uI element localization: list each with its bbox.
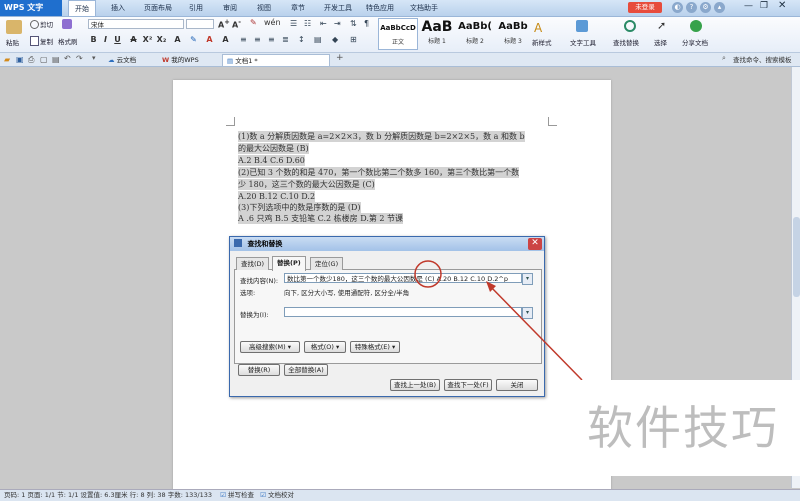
proofread-button[interactable]: 文档校对: [268, 491, 294, 499]
proofread-icon[interactable]: ☑: [260, 491, 266, 499]
annotation-arrow-line: [487, 283, 583, 381]
spell-check-button[interactable]: 拼写检查: [228, 491, 254, 499]
spell-check-icon[interactable]: ☑: [220, 491, 226, 499]
status-bar: 页码: 1 页面: 1/1 节: 1/1 设置值: 6.3厘米 行: 8 列: …: [0, 489, 800, 501]
status-info: 页码: 1 页面: 1/1 节: 1/1 设置值: 6.3厘米 行: 8 列: …: [4, 491, 212, 499]
watermark-text: 软件技巧: [566, 380, 800, 476]
annotation-circle: [414, 260, 442, 288]
